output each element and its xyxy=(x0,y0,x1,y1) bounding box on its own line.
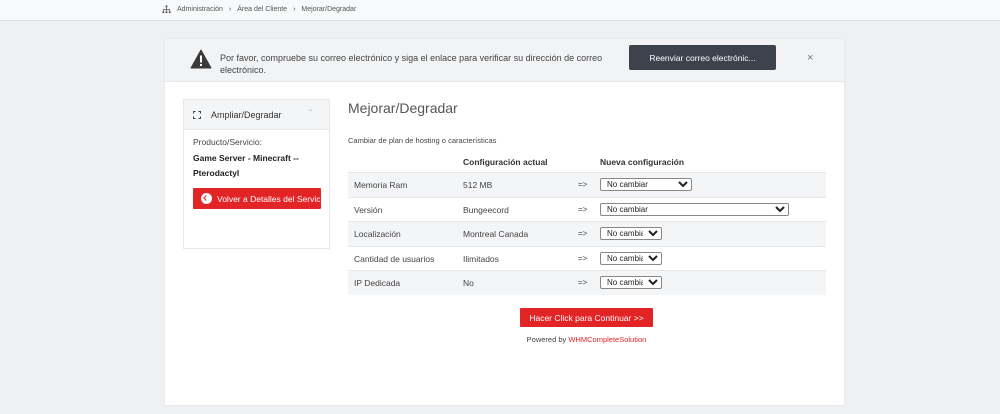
arrow-text: => xyxy=(578,180,588,189)
sidebar-header[interactable]: Ampliar/Degradar ⌃ xyxy=(184,100,329,130)
arrow-text: => xyxy=(578,229,588,238)
back-button-label: Volver a Detalles del Servicio xyxy=(217,193,321,204)
resend-email-button[interactable]: Reenviar correo electrónic... xyxy=(629,45,776,70)
expand-icon xyxy=(193,111,201,119)
back-to-service-button[interactable]: Volver a Detalles del Servicio xyxy=(193,188,321,209)
product-label: Producto/Servicio: xyxy=(193,137,262,147)
chevron-left-icon xyxy=(201,193,212,204)
option-name: Versión xyxy=(354,204,383,215)
option-name: Localización xyxy=(354,229,401,239)
option-current: No xyxy=(463,278,474,288)
page-subtitle: Cambiar de plan de hosting o característ… xyxy=(348,136,497,145)
close-icon[interactable]: × xyxy=(807,52,813,64)
option-name: Cantidad de usuarios xyxy=(354,253,435,264)
page-title: Mejorar/Degradar xyxy=(348,100,458,116)
sidebar-title: Ampliar/Degradar xyxy=(211,110,282,120)
top-bar: Administración › Área del Cliente › Mejo… xyxy=(0,0,1000,21)
table-header: Configuración actual Nueva configuración xyxy=(348,151,826,172)
arrow-text: => xyxy=(578,253,588,263)
alert-message: Por favor, compruebe su correo electróni… xyxy=(220,53,603,75)
header-current-config: Configuración actual xyxy=(463,157,548,167)
table-row: Versión Bungeecord => No cambiar xyxy=(348,196,826,222)
powered-prefix: Powered by xyxy=(526,335,569,344)
table-row: Cantidad de usuarios Ilimitados => No ca… xyxy=(348,245,826,271)
powered-by: Powered by WHMCompleteSolution xyxy=(520,335,653,344)
option-name: Memoria Ram xyxy=(354,180,408,190)
breadcrumb-current: Mejorar/Degradar xyxy=(301,6,357,13)
memoria-ram-select[interactable]: No cambiar xyxy=(600,178,692,191)
localizacion-select[interactable]: No cambiar xyxy=(600,227,662,240)
option-current: 512 MB xyxy=(463,180,493,190)
breadcrumb-area-cliente[interactable]: Área del Cliente xyxy=(237,6,287,13)
sitemap-icon xyxy=(162,5,171,14)
sidebar-panel: Ampliar/Degradar ⌃ Producto/Servicio: Ga… xyxy=(183,99,330,249)
option-current: Montreal Canada xyxy=(463,229,529,239)
table-row: Memoria Ram 512 MB => No cambiar xyxy=(348,172,826,197)
breadcrumb-administracion[interactable]: Administración xyxy=(177,6,223,13)
arrow-text: => xyxy=(578,204,588,214)
arrow-text: => xyxy=(578,278,588,287)
option-current: Bungeecord xyxy=(463,204,509,215)
breadcrumb: Administración › Área del Cliente › Mejo… xyxy=(162,5,356,14)
version-select[interactable]: No cambiar xyxy=(600,202,789,216)
header-new-config: Nueva configuración xyxy=(600,157,685,167)
breadcrumb-separator: › xyxy=(228,6,232,13)
configuration-table: Configuración actual Nueva configuración… xyxy=(348,151,826,295)
table-row: IP Dedicada No => No cambiar xyxy=(348,270,826,295)
ip-dedicada-select[interactable]: No cambiar xyxy=(600,276,662,289)
content-panel: Por favor, compruebe su correo electróni… xyxy=(165,39,844,405)
email-verification-alert: Por favor, compruebe su correo electróni… xyxy=(165,39,844,82)
cantidad-usuarios-select[interactable]: No cambiar xyxy=(600,251,662,265)
product-name: Game Server - Minecraft -- Pterodactyl xyxy=(193,153,299,178)
option-current: Ilimitados xyxy=(463,253,499,264)
warning-icon xyxy=(190,49,212,69)
table-row: Localización Montreal Canada => No cambi… xyxy=(348,221,826,246)
option-name: IP Dedicada xyxy=(354,278,401,288)
continue-button[interactable]: Hacer Click para Continuar >> xyxy=(520,308,653,327)
breadcrumb-separator: › xyxy=(293,6,296,13)
whmcs-link[interactable]: WHMCompleteSolution xyxy=(568,335,646,344)
chevron-up-icon[interactable]: ⌃ xyxy=(307,108,314,117)
